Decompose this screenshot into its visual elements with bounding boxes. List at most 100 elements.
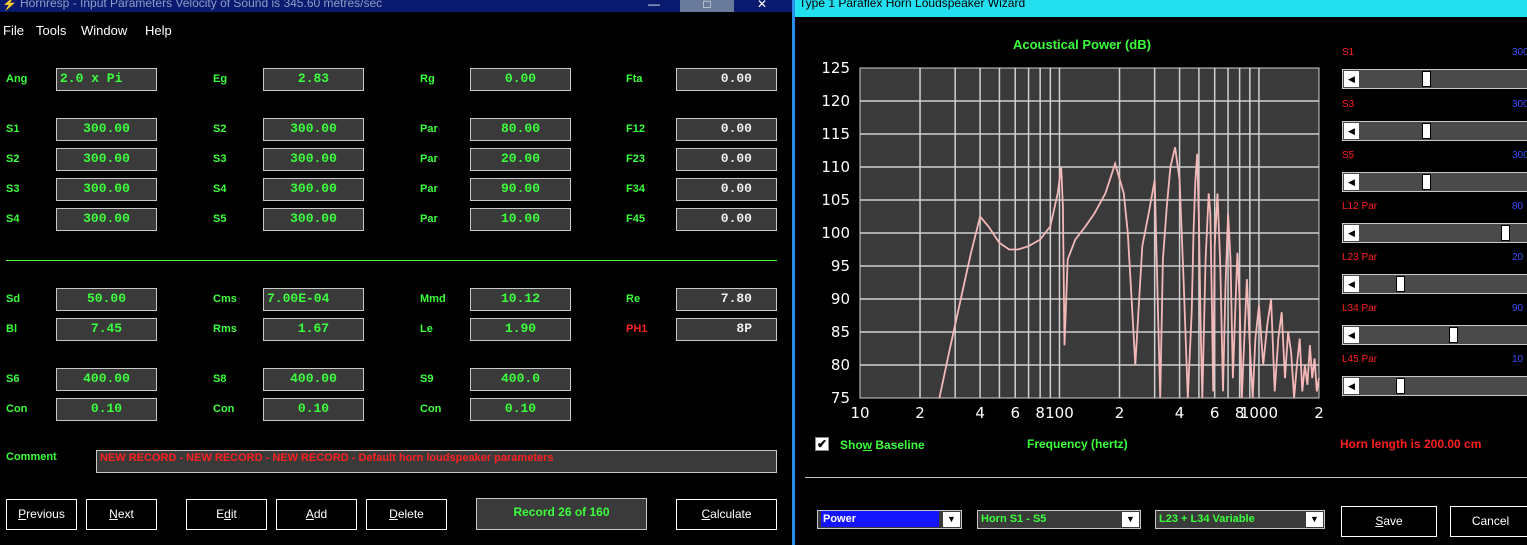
param-field-f34[interactable]: 0.00: [676, 178, 777, 201]
arrow-left-icon[interactable]: ◀: [1344, 71, 1359, 87]
param-field-s3[interactable]: 300.00: [263, 148, 364, 171]
cancel-button[interactable]: Cancel: [1450, 506, 1527, 537]
chart-type-select[interactable]: Power ▼: [817, 510, 962, 529]
x-tick-label: 6: [1210, 404, 1220, 422]
param-field-par[interactable]: 20.00: [470, 148, 571, 171]
left-titlebar: ⚡ Hornresp - Input Parameters Velocity o…: [0, 0, 792, 12]
param-field-f23[interactable]: 0.00: [676, 148, 777, 171]
edit-pre: E: [216, 507, 225, 521]
x-tick-label: 10: [850, 404, 869, 422]
slider-value: 10: [1512, 354, 1524, 365]
slider-label: L45 Par: [1342, 354, 1378, 365]
parameter-slider[interactable]: ◀: [1342, 223, 1527, 243]
edit-button[interactable]: Edit: [186, 499, 267, 530]
param-field-re[interactable]: 7.80: [676, 288, 777, 311]
slider-thumb[interactable]: [1422, 123, 1431, 139]
add-button[interactable]: Add: [276, 499, 357, 530]
horn-section-select[interactable]: Horn S1 - S5 ▼: [977, 510, 1141, 529]
param-field-s4[interactable]: 300.00: [263, 178, 364, 201]
param-field-f12[interactable]: 0.00: [676, 118, 777, 141]
param-field-ph1[interactable]: 8P: [676, 318, 777, 341]
parameter-slider[interactable]: ◀: [1342, 172, 1527, 192]
param-field-par[interactable]: 10.00: [470, 208, 571, 231]
show-baseline-checkbox[interactable]: ✔: [815, 437, 829, 451]
param-field-s8[interactable]: 400.00: [263, 368, 364, 391]
comment-field[interactable]: NEW RECORD - NEW RECORD - NEW RECORD - D…: [96, 450, 777, 473]
param-field-s4[interactable]: 300.00: [56, 208, 157, 231]
input-parameters-window: ⚡ Hornresp - Input Parameters Velocity o…: [0, 0, 792, 545]
param-field-s9[interactable]: 400.0: [470, 368, 571, 391]
slider-thumb[interactable]: [1396, 378, 1405, 394]
delete-button[interactable]: Delete: [366, 499, 447, 530]
slider-thumb[interactable]: [1422, 71, 1431, 87]
param-field-par[interactable]: 80.00: [470, 118, 571, 141]
arrow-left-icon[interactable]: ◀: [1344, 327, 1359, 343]
menu-window[interactable]: Window: [81, 23, 127, 38]
minimize-button[interactable]: —: [632, 0, 676, 12]
param-label-s3: S3: [213, 153, 227, 165]
slider-label: S5: [1342, 150, 1355, 161]
parameter-slider[interactable]: ◀: [1342, 121, 1527, 141]
param-field-fta[interactable]: 0.00: [676, 68, 777, 91]
slider-thumb[interactable]: [1501, 225, 1510, 241]
arrow-left-icon[interactable]: ◀: [1344, 276, 1359, 292]
close-button[interactable]: ✕: [740, 0, 784, 12]
param-field-par[interactable]: 90.00: [470, 178, 571, 201]
param-field-s1[interactable]: 300.00: [56, 118, 157, 141]
calculate-button[interactable]: Calculate: [676, 499, 777, 530]
next-button[interactable]: Next: [86, 499, 157, 530]
param-field-s2[interactable]: 300.00: [56, 148, 157, 171]
param-field-rms[interactable]: 1.67: [263, 318, 364, 341]
param-field-s3[interactable]: 300.00: [56, 178, 157, 201]
menu-help[interactable]: Help: [145, 23, 172, 38]
arrow-left-icon[interactable]: ◀: [1344, 225, 1359, 241]
param-field-cms[interactable]: 7.00E-04: [263, 288, 364, 311]
slider-thumb[interactable]: [1422, 174, 1431, 190]
parameter-slider[interactable]: ◀: [1342, 325, 1527, 345]
arrow-left-icon[interactable]: ◀: [1344, 123, 1359, 139]
param-field-sd[interactable]: 50.00: [56, 288, 157, 311]
parameter-slider[interactable]: ◀: [1342, 376, 1527, 396]
previous-button[interactable]: Previous: [6, 499, 77, 530]
arrow-left-icon[interactable]: ◀: [1344, 174, 1359, 190]
param-field-mmd[interactable]: 10.12: [470, 288, 571, 311]
param-field-ang[interactable]: 2.0 x Pi: [56, 68, 157, 91]
y-tick-label: 115: [821, 125, 850, 143]
param-field-s6[interactable]: 400.00: [56, 368, 157, 391]
param-field-con[interactable]: 0.10: [470, 398, 571, 421]
y-tick-label: 120: [821, 92, 850, 110]
parameter-slider[interactable]: ◀: [1342, 274, 1527, 294]
add-label: dd: [313, 507, 328, 521]
show-baseline-label[interactable]: Show Baseline: [840, 438, 925, 452]
param-label-s9: S9: [420, 373, 434, 385]
maximize-button[interactable]: □: [680, 0, 734, 12]
arrow-left-icon[interactable]: ◀: [1344, 378, 1359, 394]
save-button[interactable]: Save: [1341, 506, 1437, 537]
delete-accel: D: [389, 507, 398, 521]
param-label-s6: S6: [6, 373, 20, 385]
param-field-con[interactable]: 0.10: [56, 398, 157, 421]
param-label-bl: Bl: [6, 323, 17, 335]
param-field-rg[interactable]: 0.00: [470, 68, 571, 91]
menu-file[interactable]: File: [3, 23, 24, 38]
param-field-s5[interactable]: 300.00: [263, 208, 364, 231]
calculate-label: alculate: [710, 507, 752, 521]
chart-title: Acoustical Power (dB): [1013, 37, 1151, 52]
param-field-eg[interactable]: 2.83: [263, 68, 364, 91]
parameter-slider[interactable]: ◀: [1342, 69, 1527, 89]
param-field-f45[interactable]: 0.00: [676, 208, 777, 231]
power-response-chart: 758085909510010511011512012510 2 4 6 8 100 2 4 6…: [821, 59, 1323, 422]
param-label-con: Con: [213, 403, 235, 415]
slider-thumb[interactable]: [1396, 276, 1405, 292]
param-field-s2[interactable]: 300.00: [263, 118, 364, 141]
variable-select[interactable]: L23 + L34 Variable ▼: [1155, 510, 1325, 529]
param-field-le[interactable]: 1.90: [470, 318, 571, 341]
param-label-par: Par: [420, 153, 438, 165]
previous-label: revious: [26, 507, 65, 521]
bottom-divider: [805, 477, 1527, 478]
param-field-con[interactable]: 0.10: [263, 398, 364, 421]
param-field-bl[interactable]: 7.45: [56, 318, 157, 341]
slider-thumb[interactable]: [1449, 327, 1458, 343]
menu-tools[interactable]: Tools: [36, 23, 66, 38]
right-titlebar: Type 1 Paraflex Horn Loudspeaker Wizard: [795, 0, 1527, 17]
